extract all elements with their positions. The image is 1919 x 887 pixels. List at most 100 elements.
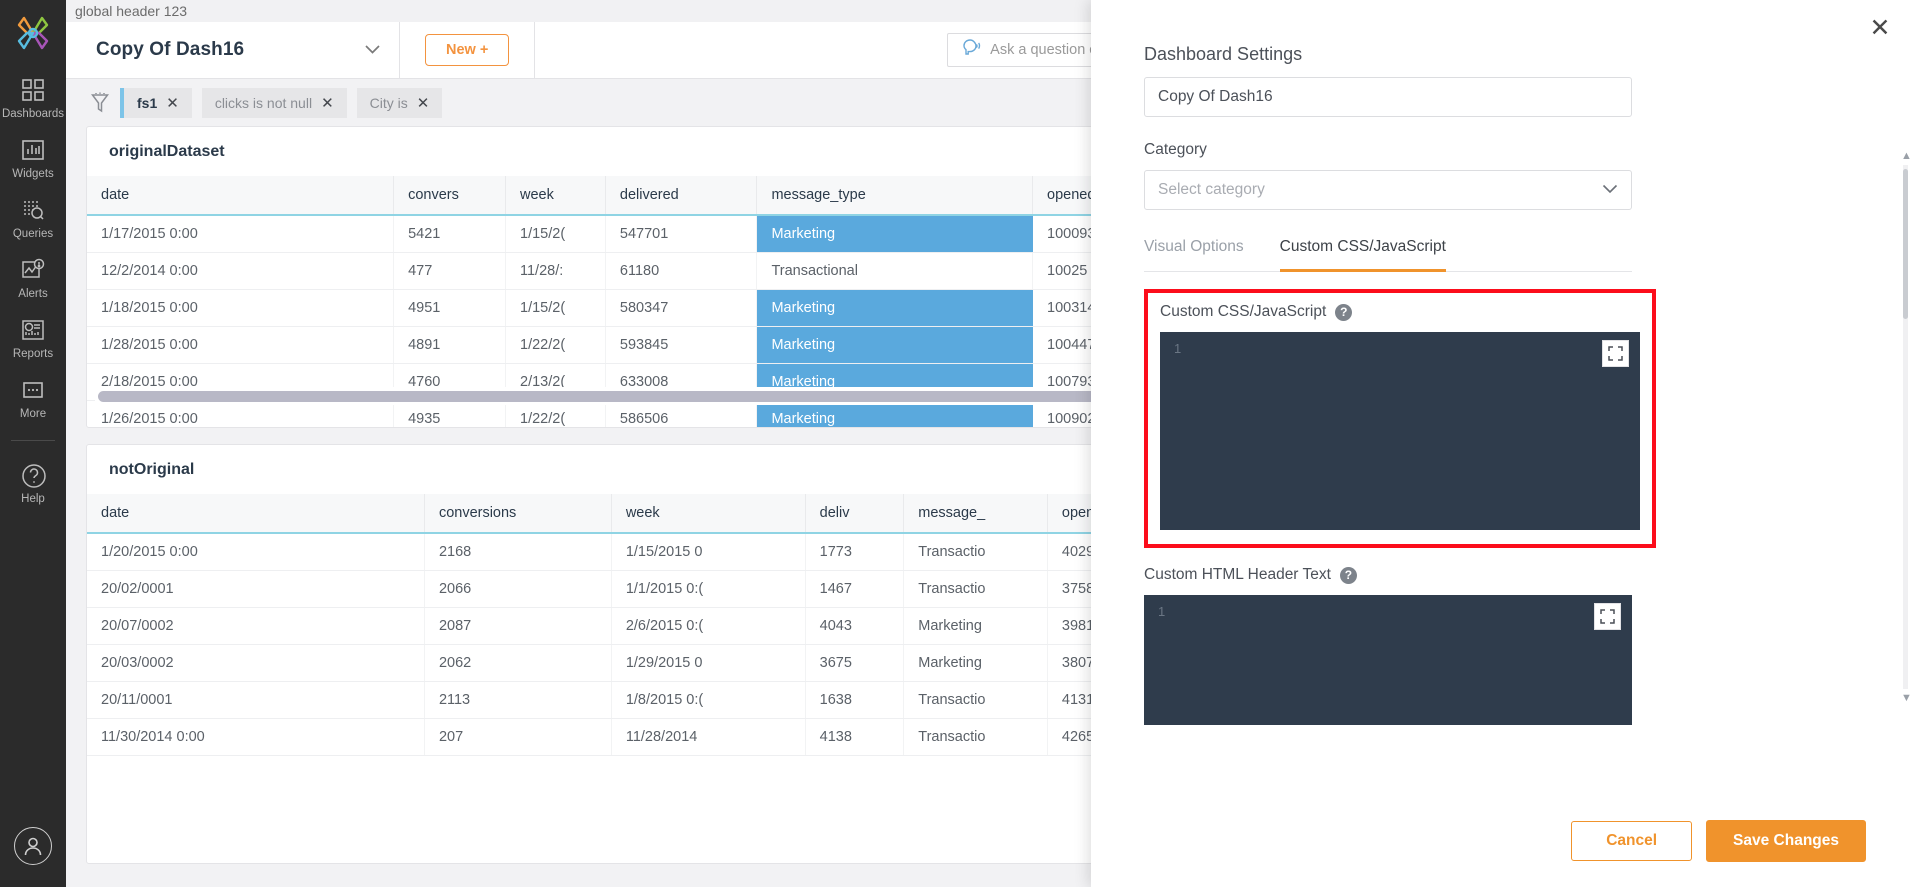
question-mark-icon[interactable]: ? [1335,304,1352,321]
column-header-conversions[interactable]: conversions [424,494,611,533]
column-header-delivered[interactable]: delivered [605,176,757,215]
user-avatar[interactable] [14,827,52,887]
column-header-week[interactable]: week [611,494,805,533]
avatar [14,827,52,865]
editor-line-number: 1 [1158,604,1165,619]
queries-icon [20,197,46,223]
table-cell: 12/2/2014 0:00 [87,253,394,290]
column-header-deliv[interactable]: deliv [805,494,904,533]
custom-css-label: Custom CSS/JavaScript [1160,303,1326,321]
filter-funnel-icon[interactable] [90,92,110,114]
close-icon[interactable]: ✕ [166,94,179,112]
table-cell: 2/6/2015 0:( [611,608,805,645]
panel-body: Copy Of Dash16 Category Select category … [1091,65,1919,795]
custom-css-editor[interactable]: 1 [1160,332,1640,530]
scrollbar-thumb[interactable] [1903,169,1908,319]
editor-line-number: 1 [1174,341,1181,356]
table-cell: 11/28/2014 [611,719,805,756]
sidebar-item-widgets[interactable]: Widgets [0,126,66,186]
scroll-up-icon[interactable]: ▲ [1901,151,1910,161]
left-navigation-rail: Dashboards Widgets [0,0,66,887]
filter-chip-clicks[interactable]: clicks is not null ✕ [202,88,347,118]
dashboard-name-field[interactable]: Copy Of Dash16 [1144,77,1632,117]
custom-html-label-row: Custom HTML Header Text ? [1144,566,1919,584]
column-header-convers[interactable]: convers [394,176,506,215]
table-cell: 1/15/2( [506,215,606,253]
table-cell: 11/30/2014 0:00 [87,719,424,756]
column-header-message-[interactable]: message_ [904,494,1048,533]
app-logo [0,0,66,66]
table-cell: Transactio [904,682,1048,719]
table-cell: 547701 [605,215,757,253]
table-cell: 4951 [394,290,506,327]
table-cell: 2087 [424,608,611,645]
settings-tabs: Visual Options Custom CSS/JavaScript [1144,238,1632,272]
question-mark-icon[interactable]: ? [1340,567,1357,584]
new-button[interactable]: New + [425,34,509,66]
sidebar-item-help[interactable]: Help [0,451,66,511]
panel-scrollbar[interactable]: ▲ ▼ [1901,151,1910,703]
widgets-icon [20,137,46,163]
table-cell: 593845 [605,327,757,364]
chevron-down-icon [364,42,381,59]
table-cell: 1/15/2( [506,290,606,327]
sidebar-item-alerts[interactable]: Alerts [0,246,66,306]
category-select[interactable]: Select category [1144,170,1632,210]
table-cell: 20/11/0001 [87,682,424,719]
tab-custom-css-javascript[interactable]: Custom CSS/JavaScript [1280,238,1446,272]
table-cell: Transactio [904,719,1048,756]
sidebar-item-queries[interactable]: Queries [0,186,66,246]
table-cell: 580347 [605,290,757,327]
dashboard-title-selector[interactable]: Copy Of Dash16 [66,22,400,78]
table-cell: 61180 [605,253,757,290]
close-icon[interactable]: ✕ [321,94,334,112]
close-icon[interactable]: ✕ [417,94,430,112]
table-cell: 20/02/0001 [87,571,424,608]
sidebar-label: Dashboards [2,108,64,120]
sidebar-label: Widgets [12,168,54,180]
save-changes-button[interactable]: Save Changes [1706,820,1866,862]
column-header-date[interactable]: date [87,494,424,533]
sidebar-item-dashboards[interactable]: Dashboards [0,66,66,126]
custom-html-editor[interactable]: 1 [1144,595,1632,725]
table-cell: 2113 [424,682,611,719]
table-cell: 207 [424,719,611,756]
column-header-message-type[interactable]: message_type [757,176,1033,215]
page-title: Copy Of Dash16 [96,39,244,61]
chevron-down-icon [1602,181,1618,199]
panel-footer: Cancel Save Changes [1091,795,1919,887]
dashboard-name-value: Copy Of Dash16 [1158,88,1273,106]
voice-query-icon [960,38,982,63]
table-cell: 1/17/2015 0:00 [87,215,394,253]
table-cell: Transactio [904,571,1048,608]
column-header-date[interactable]: date [87,176,394,215]
sidebar-item-more[interactable]: More [0,366,66,426]
filter-chip-fs1[interactable]: fs1 ✕ [120,88,192,118]
sidebar-label: Reports [13,348,53,360]
category-placeholder: Select category [1158,181,1265,199]
table-cell: 1/20/2015 0:00 [87,533,424,571]
expand-icon[interactable] [1594,603,1621,630]
column-header-week[interactable]: week [506,176,606,215]
rail-divider [11,440,55,441]
more-icon [20,377,46,403]
table-cell: 1/28/2015 0:00 [87,327,394,364]
cancel-button[interactable]: Cancel [1571,821,1692,861]
scroll-down-icon[interactable]: ▼ [1901,693,1910,703]
custom-css-highlight-box: Custom CSS/JavaScript ? 1 [1144,289,1656,548]
sidebar-label: Help [21,493,45,505]
table-cell: 1467 [805,571,904,608]
category-label: Category [1144,141,1919,159]
close-icon[interactable]: ✕ [1867,16,1893,42]
expand-icon[interactable] [1602,340,1629,367]
tab-visual-options[interactable]: Visual Options [1144,238,1244,272]
table-cell: 1638 [805,682,904,719]
table-cell: 3675 [805,645,904,682]
table-cell: Transactional [757,253,1033,290]
sidebar-item-reports[interactable]: Reports [0,306,66,366]
alerts-icon [20,257,46,283]
dashboard-settings-panel: ✕ Dashboard Settings Copy Of Dash16 Cate… [1091,0,1919,887]
table-cell: 1/1/2015 0:( [611,571,805,608]
filter-chip-city[interactable]: City is ✕ [357,88,443,118]
table-cell: 477 [394,253,506,290]
